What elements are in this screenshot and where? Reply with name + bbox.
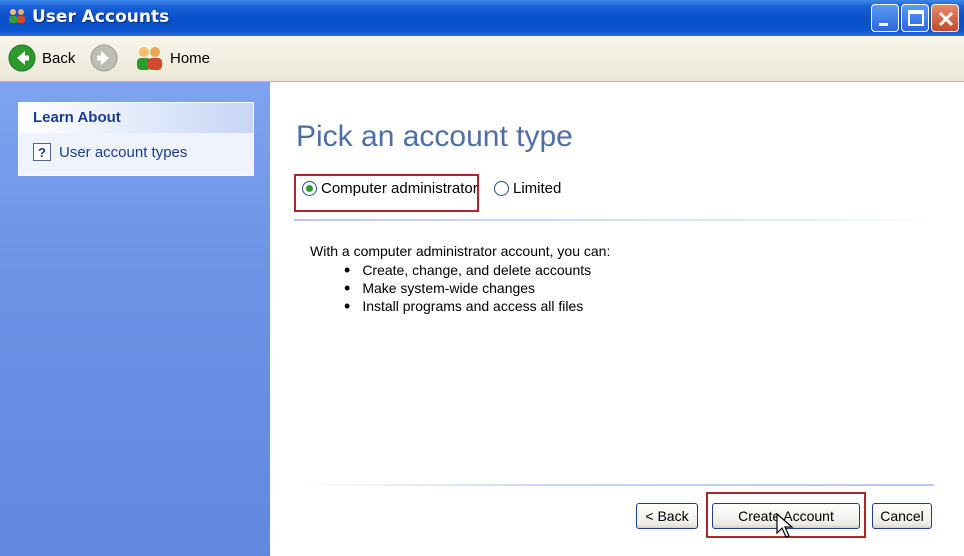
minimize-icon	[879, 23, 888, 26]
sidebar-item-user-account-types[interactable]: ? User account types	[33, 143, 187, 161]
page-title: Pick an account type	[296, 120, 573, 153]
window-title: User Accounts	[32, 7, 170, 27]
list-item: Make system-wide changes	[344, 279, 591, 297]
sidebar-item-label: User account types	[59, 143, 188, 161]
home-button[interactable]: Home	[134, 44, 210, 72]
main-panel: Pick an account type Computer administra…	[270, 82, 964, 556]
close-button[interactable]	[931, 4, 959, 32]
users-icon	[9, 9, 25, 23]
divider	[294, 484, 934, 486]
back-button[interactable]: Back	[8, 44, 75, 72]
home-users-icon	[137, 47, 162, 70]
learn-about-panel: Learn About ? User account types	[18, 102, 254, 176]
account-description: With a computer administrator account, y…	[310, 243, 611, 259]
maximize-button[interactable]	[901, 4, 929, 32]
cancel-button[interactable]: Cancel	[872, 503, 932, 529]
radio-unselected-icon	[494, 181, 509, 196]
radio-label-admin: Computer administrator	[321, 180, 478, 197]
help-icon: ?	[33, 143, 51, 161]
radio-selected-icon	[302, 181, 317, 196]
radio-limited[interactable]: Limited	[494, 180, 561, 197]
mouse-cursor-icon	[776, 513, 794, 538]
title-bar: User Accounts	[0, 0, 964, 36]
learn-about-header: Learn About	[19, 103, 253, 133]
list-item: Install programs and access all files	[344, 297, 591, 315]
close-icon	[938, 11, 954, 27]
divider	[294, 219, 934, 221]
toolbar: Back Home	[0, 36, 964, 82]
back-nav-button[interactable]: < Back	[636, 503, 698, 529]
capability-list: Create, change, and delete accounts Make…	[344, 261, 591, 315]
back-label: Back	[42, 49, 76, 67]
list-item: Create, change, and delete accounts	[344, 261, 591, 279]
minimize-button[interactable]	[871, 4, 899, 32]
radio-computer-administrator[interactable]: Computer administrator	[302, 180, 478, 197]
back-arrow-icon	[8, 44, 36, 72]
radio-label-limited: Limited	[513, 180, 562, 197]
sidebar: Learn About ? User account types	[0, 82, 270, 556]
maximize-icon	[908, 10, 924, 26]
forward-button[interactable]	[90, 44, 118, 72]
forward-arrow-icon	[90, 44, 118, 72]
home-label: Home	[170, 49, 211, 67]
